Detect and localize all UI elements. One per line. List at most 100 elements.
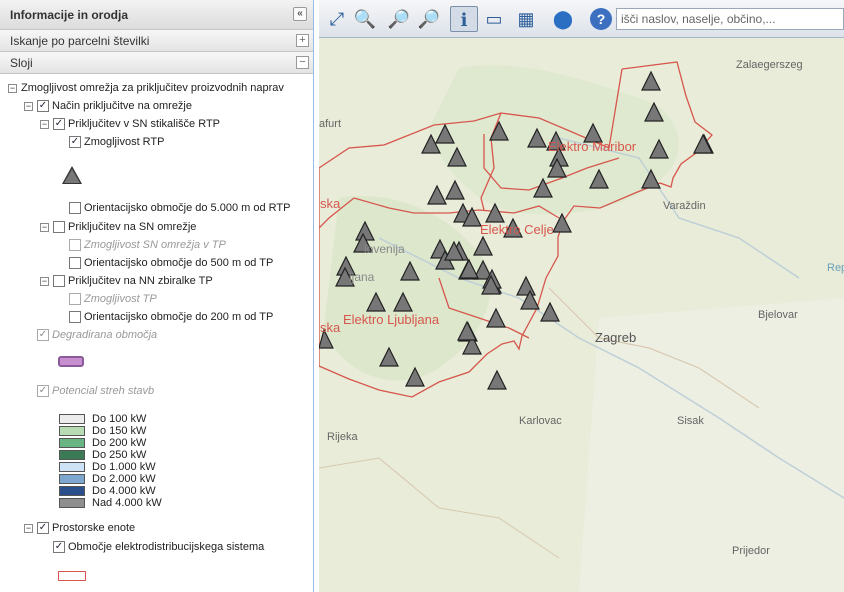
legend-label: Do 2.000 kW [92,473,156,485]
layer-checkbox[interactable] [69,239,81,251]
layer-checkbox[interactable]: ✓ [53,118,65,130]
identify-icon[interactable]: ℹ [450,6,478,32]
map-label-partial-afurt: afurt [319,118,342,130]
legend-item: Do 250 kW [59,449,146,461]
legend-label: Do 4.000 kW [92,485,156,497]
tree-label: Orientacijsko območje do 200 m od TP [84,311,274,323]
tree-label: Priključitev na SN omrežje [68,221,197,233]
tree-node-spatial[interactable]: − ✓ Prostorske enote [24,520,135,536]
zoom-in-icon[interactable]: 🔎 [385,6,413,32]
tree-node-mode[interactable]: − ✓ Način priključitve na omrežje [24,98,192,114]
tree-node-area[interactable]: ✓ Območje elektrodistribucijskega sistem… [53,539,264,555]
layer-tree: − Zmogljivost omrežja za priključitev pr… [0,74,313,592]
map-label-rijeka: Rijeka [327,431,358,443]
legend-swatch [59,462,85,472]
map-label-slovenija: lovenija [364,242,405,256]
tree-label: Način priključitve na omrežje [52,100,192,112]
legend-label: Do 200 kW [92,437,147,449]
measure-icon[interactable]: ▭ [480,6,508,32]
collapse-toggle[interactable]: − [8,83,17,93]
search-input[interactable]: išči naslov, naselje, občino,... [616,8,844,30]
legend-item: Do 150 kW [59,425,146,437]
layer-checkbox[interactable]: ✓ [69,136,81,148]
layer-checkbox[interactable] [53,221,65,233]
tree-label: Zmogljivost SN omrežja v TP [84,239,226,251]
region-label-maribor: Elektro Maribor [548,139,637,154]
layer-checkbox[interactable] [53,275,65,287]
collapse-toggle[interactable]: − [24,101,33,111]
legend-swatch [59,486,85,496]
tree-node-sn-capacity[interactable]: Zmogljivost SN omrežja v TP [69,237,226,253]
layer-checkbox[interactable]: ✓ [37,329,49,341]
collapse-panel-button[interactable]: « [293,7,307,21]
collapse-toggle[interactable]: − [40,276,49,286]
legend-label: Do 100 kW [92,413,147,425]
layer-checkbox[interactable]: ✓ [37,100,49,112]
map-view[interactable]: ⤢ 🔍 🔎 🔎 ℹ ▭ ▦ ⬤ ? išči naslov, naselje, … [319,0,844,592]
tree-node-nn-capacity[interactable]: Zmogljivost TP [69,291,157,307]
region-label-ljubljana: Elektro Ljubljana [343,312,440,327]
collapse-toggle[interactable]: − [40,119,49,129]
map-label-karlovac: Karlovac [519,415,562,427]
legend-label: Do 1.000 kW [92,461,156,473]
side-panel: Informacije in orodja « Iskanje po parce… [0,0,314,592]
region-label-celje: Elektro Celje [480,222,554,237]
zoom-previous-icon[interactable]: 🔍 [351,6,379,32]
legend-label: Nad 4.000 kW [92,497,162,509]
print-icon[interactable]: ▦ [512,6,540,32]
layer-checkbox[interactable]: ✓ [37,385,49,397]
tree-node-roofs[interactable]: ✓ Potencial streh stavb [37,383,154,399]
tree-label: Prostorske enote [52,522,136,534]
accordion-parcel-search[interactable]: Iskanje po parcelni številki + [0,30,313,52]
legend-item: Do 100 kW [59,413,146,425]
legend-label: Do 250 kW [92,449,147,461]
layer-checkbox[interactable] [69,202,81,214]
map-label-zagreb: Zagreb [595,330,637,345]
region-label-partial-1: ska [320,196,341,211]
tree-node-rtp[interactable]: − ✓ Priključitev v SN stikališče RTP [40,116,220,132]
triangle-symbol-icon [62,166,82,184]
accordion-layers[interactable]: Sloji − [0,52,313,74]
layer-checkbox[interactable] [69,293,81,305]
collapse-toggle[interactable]: − [40,222,49,232]
legend-swatch [59,414,85,424]
tree-node-rtp-orient[interactable]: Orientacijsko območje do 5.000 m od RTP [69,200,290,216]
zoom-extent-icon[interactable]: ⤢ [323,6,351,32]
map-toolbar: ⤢ 🔍 🔎 🔎 ℹ ▭ ▦ ⬤ ? išči naslov, naselje, … [319,0,844,38]
degraded-swatch [58,356,84,367]
tree-node-degraded[interactable]: ✓ Degradirana območja [37,327,157,343]
layer-checkbox[interactable] [69,311,81,323]
map-label-bjelovar: Bjelovar [758,309,798,321]
legend-item: Do 1.000 kW [59,461,156,473]
app: Informacije in orodja « Iskanje po parce… [0,0,844,592]
tree-node-sn-orient[interactable]: Orientacijsko območje do 500 m od TP [69,255,273,271]
legend-item: Nad 4.000 kW [59,497,162,509]
map-label-prijedor: Prijedor [732,545,770,557]
layer-checkbox[interactable]: ✓ [53,541,65,553]
legend-swatch [59,438,85,448]
location-pin-icon[interactable]: ⬤ [549,6,577,32]
tree-label: Zmogljivost RTP [84,136,165,148]
collapse-button[interactable]: − [296,56,309,69]
help-icon[interactable]: ? [590,8,612,30]
map-label-varazdin: Varaždin [663,200,706,212]
tree-label: Priključitev v SN stikališče RTP [68,118,220,130]
layer-checkbox[interactable]: ✓ [37,522,49,534]
accordion-label: Sloji [10,56,33,70]
tree-label: Orientacijsko območje do 500 m od TP [84,257,274,269]
layer-checkbox[interactable] [69,257,81,269]
tree-node-sn[interactable]: − Priključitev na SN omrežje [40,219,196,235]
tree-node-rtp-capacity[interactable]: ✓ Zmogljivost RTP [69,134,164,150]
map-label-partial-rep: Rep [827,262,844,274]
legend-swatch [59,426,85,436]
tree-node-root[interactable]: − Zmogljivost omrežja za priključitev pr… [8,80,284,96]
boundary-swatch [58,571,86,581]
collapse-toggle[interactable]: − [24,523,33,533]
expand-button[interactable]: + [296,34,309,47]
legend-item: Do 200 kW [59,437,146,449]
zoom-out-icon[interactable]: 🔎 [415,6,443,32]
tree-node-nn[interactable]: − Priključitev na NN zbiralke TP [40,273,213,289]
region-label-partial-2: ska [320,320,341,335]
map-label-ljubljana-city: ljana [349,270,375,284]
tree-node-nn-orient[interactable]: Orientacijsko območje do 200 m od TP [69,309,273,325]
